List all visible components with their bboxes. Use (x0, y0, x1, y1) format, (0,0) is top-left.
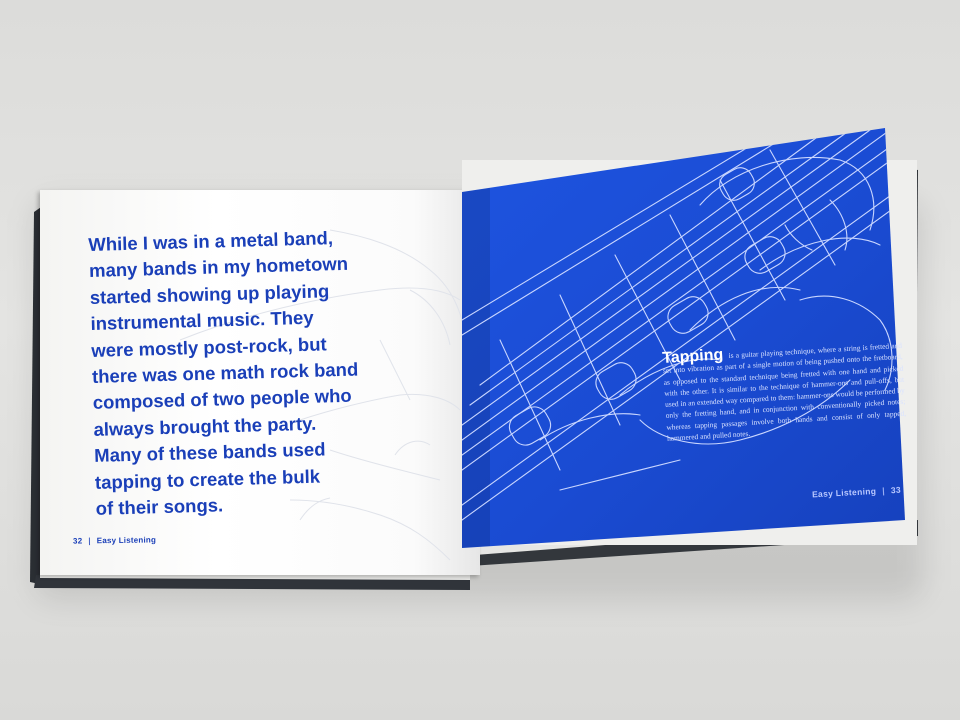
body-line: tapping to create the bulk (94, 465, 321, 493)
body-line: many bands in my hometown (88, 253, 349, 282)
body-line: composed of two people who (92, 385, 352, 414)
scene: While I was in a metal band, many bands … (0, 0, 960, 720)
page-number: 33 (890, 484, 902, 496)
body-line: always brought the party. (93, 412, 317, 440)
running-title: Easy Listening (96, 535, 157, 546)
body-line: instrumental music. They (90, 306, 314, 335)
body-line: were mostly post-rock, but (91, 333, 327, 361)
tapping-sidebar: Tapping is a guitar playing technique, w… (662, 339, 907, 444)
body-line: there was one math rock band (91, 358, 359, 387)
body-line: While I was in a metal band, (88, 227, 334, 255)
left-folio: 32 | Easy Listening (72, 535, 157, 546)
body-line: Many of these bands used (93, 438, 326, 467)
page-number: 32 (72, 536, 83, 546)
body-paragraph: While I was in a metal band, many bands … (88, 224, 376, 522)
body-line: of their songs. (95, 494, 224, 519)
body-line: started showing up playing (89, 280, 330, 308)
